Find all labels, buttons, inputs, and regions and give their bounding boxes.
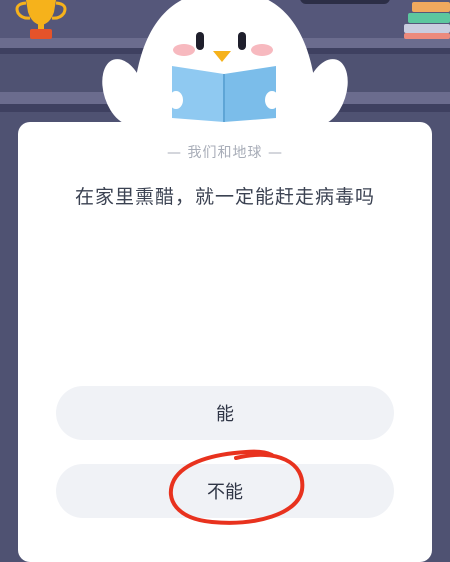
option-button-no[interactable]: 不能 — [56, 464, 394, 518]
option-label: 不能 — [207, 482, 243, 503]
option-label: 能 — [216, 404, 234, 425]
quiz-question: 在家里熏醋，就一定能赶走病毒吗 — [74, 186, 375, 208]
quiz-category: — 我们和地球 — — [167, 145, 283, 161]
quiz-card: — 我们和地球 — 在家里熏醋，就一定能赶走病毒吗 能 不能 — [18, 122, 432, 562]
option-button-yes[interactable]: 能 — [56, 386, 394, 440]
